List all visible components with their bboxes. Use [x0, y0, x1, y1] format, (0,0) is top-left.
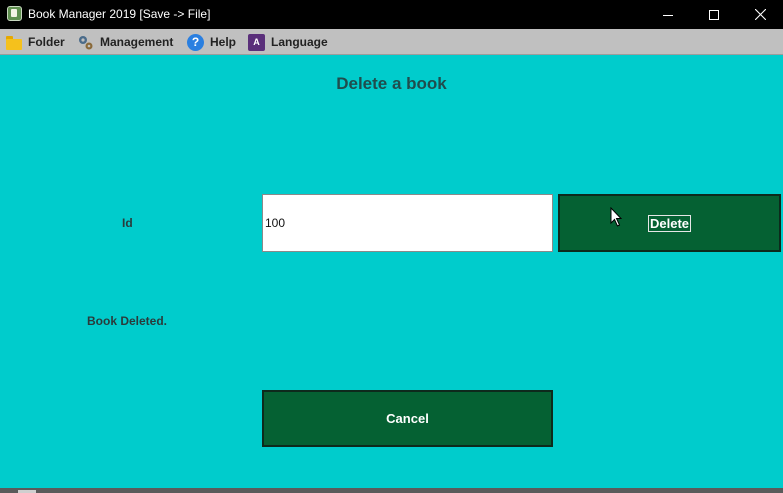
status-message: Book Deleted.	[87, 314, 168, 328]
help-icon: ?	[187, 33, 204, 51]
close-button[interactable]	[737, 0, 783, 29]
menu-language[interactable]: A Language	[248, 32, 328, 52]
folder-icon	[5, 34, 22, 51]
window-title: Book Manager 2019 [Save -> File]	[28, 7, 211, 21]
menu-management[interactable]: Management	[77, 32, 173, 52]
minimize-button[interactable]	[645, 0, 691, 29]
menu-help-label: Help	[210, 35, 237, 49]
menu-management-label: Management	[100, 35, 174, 49]
id-label: Id	[122, 216, 133, 230]
app-icon	[7, 6, 22, 21]
menu-language-label: Language	[271, 35, 328, 49]
title-bar: Book Manager 2019 [Save -> File]	[0, 0, 783, 29]
close-icon	[754, 9, 766, 20]
maximize-button[interactable]	[691, 0, 737, 29]
bottom-scrollbar	[0, 488, 783, 493]
language-icon: A	[248, 33, 265, 51]
mouse-cursor-icon	[610, 207, 623, 227]
menu-help[interactable]: ? Help	[187, 32, 236, 52]
id-input[interactable]	[262, 194, 553, 252]
menu-bar: Folder Management ? Help A Language	[0, 29, 783, 55]
delete-button[interactable]: Delete	[558, 194, 781, 252]
menu-folder[interactable]: Folder	[5, 32, 65, 52]
menu-folder-label: Folder	[28, 35, 65, 49]
gears-icon	[77, 34, 94, 51]
page-title: Delete a book	[336, 74, 447, 93]
maximize-icon	[709, 9, 719, 20]
delete-button-label: Delete	[647, 214, 692, 232]
cancel-button-label: Cancel	[386, 411, 429, 426]
cancel-button[interactable]: Cancel	[262, 390, 553, 447]
minimize-icon	[663, 14, 673, 16]
